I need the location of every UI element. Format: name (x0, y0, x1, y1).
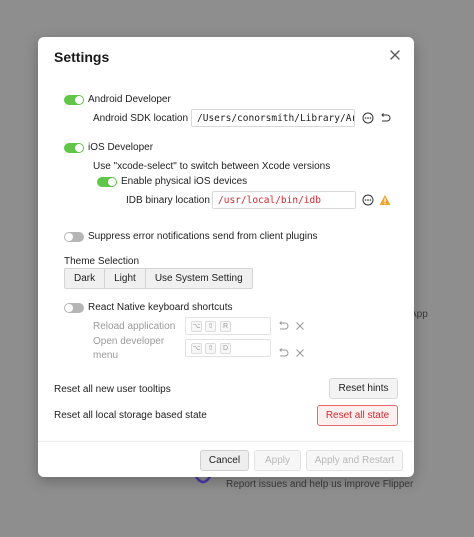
close-icon[interactable] (388, 48, 402, 62)
android-sdk-input[interactable]: /Users/conorsmith/Library/Ar (191, 109, 355, 127)
settings-dialog: Settings Android Developer Android SDK l… (38, 37, 414, 477)
reset-hints-button[interactable]: Reset hints (329, 378, 398, 399)
background-feedback-text: Report issues and help us improve Flippe… (226, 479, 414, 490)
idb-location-input[interactable]: /usr/local/bin/idb (212, 191, 356, 209)
clear-icon[interactable] (294, 320, 306, 332)
reset-state-text: Reset all local storage based state (54, 410, 207, 421)
ios-developer-label: iOS Developer (88, 142, 154, 153)
dialog-footer: Cancel Apply Apply and Restart (38, 441, 414, 477)
android-developer-label: Android Developer (88, 94, 171, 105)
apply-button[interactable]: Apply (254, 450, 301, 471)
idb-location-label: IDB binary location (126, 195, 210, 206)
alt-key: ⌥ (191, 343, 202, 354)
shift-key: ⇧ (205, 321, 216, 332)
dialog-title: Settings (54, 49, 110, 65)
shift-key: ⇧ (205, 343, 216, 354)
suppress-errors-label: Suppress error notifications send from c… (88, 231, 318, 242)
physical-ios-toggle[interactable] (97, 177, 117, 187)
undo-icon[interactable] (277, 347, 289, 359)
letter-key: R (220, 321, 231, 332)
theme-option-system[interactable]: Use System Setting (146, 269, 252, 288)
open-developer-menu-label: Open developer menu (93, 336, 165, 361)
reset-all-state-button[interactable]: Reset all state (317, 405, 398, 426)
reset-hints-text: Reset all new user tooltips (54, 384, 171, 395)
theme-option-dark[interactable]: Dark (65, 269, 106, 288)
more-icon[interactable] (362, 112, 374, 124)
physical-ios-label: Enable physical iOS devices (121, 176, 248, 187)
react-native-shortcuts-toggle[interactable] (64, 303, 84, 313)
ios-developer-toggle[interactable] (64, 143, 84, 153)
letter-key: D (220, 343, 231, 354)
reload-shortcut-input[interactable]: ⌥ ⇧ R (185, 317, 271, 335)
undo-icon[interactable] (277, 320, 289, 332)
suppress-errors-toggle[interactable] (64, 232, 84, 242)
devmenu-shortcut-input[interactable]: ⌥ ⇧ D (185, 339, 271, 357)
theme-selection-label: Theme Selection (64, 256, 140, 267)
warning-icon (379, 195, 391, 205)
theme-segmented-control: Dark Light Use System Setting (64, 268, 253, 289)
reload-application-label: Reload application (93, 321, 176, 332)
theme-option-light[interactable]: Light (105, 269, 146, 288)
xcode-select-hint: Use "xcode-select" to switch between Xco… (93, 161, 331, 172)
dialog-header: Settings (38, 37, 414, 77)
alt-key: ⌥ (191, 321, 202, 332)
android-sdk-label: Android SDK location (93, 113, 189, 124)
apply-and-restart-button[interactable]: Apply and Restart (306, 450, 403, 471)
more-icon[interactable] (362, 194, 374, 206)
react-native-shortcuts-label: React Native keyboard shortcuts (88, 302, 233, 313)
android-developer-toggle[interactable] (64, 95, 84, 105)
cancel-button[interactable]: Cancel (200, 450, 249, 471)
clear-icon[interactable] (294, 347, 306, 359)
undo-icon[interactable] (379, 112, 391, 124)
